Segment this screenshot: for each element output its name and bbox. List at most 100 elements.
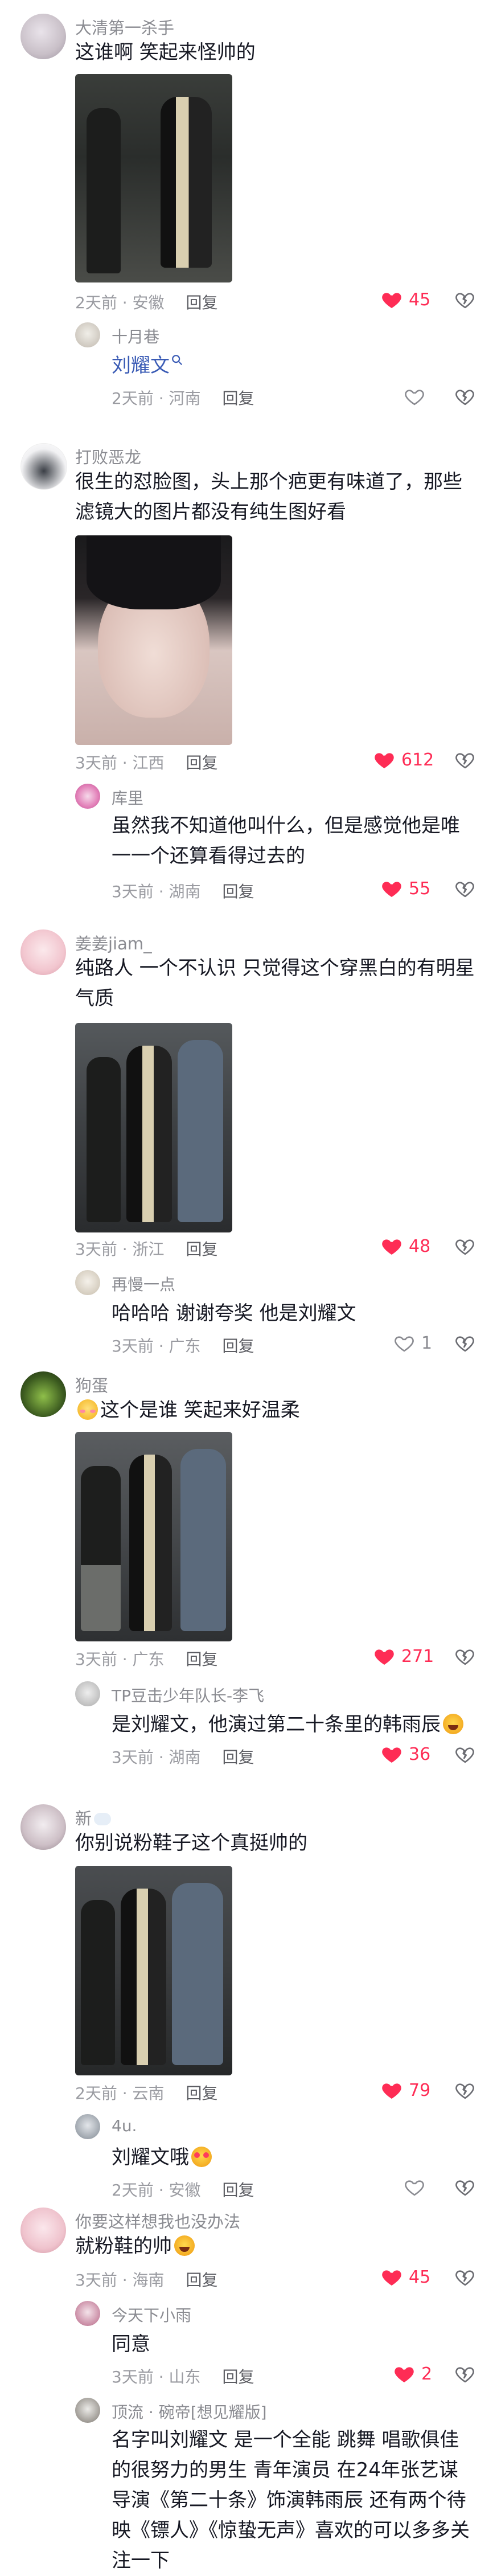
comment-meta: 3天前 · 江西 回复 (75, 751, 218, 773)
like-button[interactable]: 79 (380, 2078, 430, 2103)
avatar[interactable] (75, 322, 100, 347)
broken-heart-icon[interactable] (454, 748, 477, 771)
like-button[interactable]: 1 (393, 1330, 432, 1355)
username[interactable]: 今天下小雨 (112, 2303, 191, 2326)
comment-text: 纯路人 一个不认识 只觉得这个穿黑白的有明星气质 (75, 957, 475, 1010)
broken-heart-icon[interactable] (454, 877, 477, 900)
username[interactable]: 顶流 · 碗帝[想见耀版] (112, 2400, 267, 2423)
person-figure (161, 97, 212, 268)
reply-button[interactable]: 回复 (223, 2181, 254, 2200)
username[interactable]: 姜姜jiam_ (75, 931, 152, 955)
broken-heart-icon[interactable] (454, 2176, 477, 2198)
like-button[interactable] (403, 384, 432, 409)
broken-heart-icon[interactable] (454, 1645, 477, 1668)
comment-meta: 3天前 · 广东 回复 (112, 1334, 254, 1357)
avatar[interactable] (20, 14, 66, 59)
avatar[interactable] (75, 2114, 100, 2139)
avatar[interactable] (75, 2398, 100, 2423)
like-count: 45 (409, 2267, 431, 2287)
like-count: 45 (409, 289, 431, 310)
username[interactable]: 大清第一杀手 (75, 15, 174, 39)
avatar[interactable] (20, 1371, 66, 1417)
like-button[interactable]: 612 (373, 747, 434, 772)
reply-button[interactable]: 回复 (186, 293, 218, 312)
avatar[interactable] (75, 1681, 100, 1706)
cloud-emoji-icon (94, 1813, 112, 1825)
avatar[interactable] (75, 784, 100, 809)
comment-meta: 3天前 · 海南 回复 (75, 2268, 218, 2291)
comment-meta: 2天前 · 安徽 回复 (75, 290, 218, 313)
person-figure (178, 1040, 223, 1222)
search-icon[interactable] (171, 354, 183, 366)
username[interactable]: 十月巷 (112, 325, 159, 347)
broken-heart-icon[interactable] (454, 2362, 477, 2385)
reply-button[interactable]: 回复 (223, 882, 254, 901)
broken-heart-icon[interactable] (454, 2266, 477, 2288)
username[interactable]: 4u. (112, 2116, 137, 2135)
avatar[interactable] (20, 1804, 66, 1850)
broken-heart-icon[interactable] (454, 1332, 477, 1354)
comment-text: 刘耀文哦 (112, 2143, 470, 2173)
person-figure (81, 1466, 121, 1631)
like-count: 612 (401, 750, 434, 770)
reply-button[interactable]: 回复 (223, 1337, 254, 1355)
reply-button[interactable]: 回复 (223, 389, 254, 408)
like-button[interactable]: 2 (393, 2361, 432, 2386)
reply-button[interactable]: 回复 (223, 1748, 254, 1767)
comment-image[interactable] (75, 535, 232, 745)
username[interactable]: 再慢一点 (112, 1272, 175, 1295)
timestamp: 3天前 · 湖南 (112, 1748, 201, 1767)
like-count: 2 (421, 2364, 433, 2384)
hair (87, 535, 221, 609)
reply-button[interactable]: 回复 (223, 2368, 254, 2386)
timestamp: 3天前 · 江西 (75, 753, 165, 772)
mention-link[interactable]: 刘耀文 (112, 354, 170, 377)
like-button[interactable]: 45 (380, 287, 430, 312)
timestamp: 3天前 · 海南 (75, 2271, 165, 2290)
broken-heart-icon[interactable] (454, 1743, 477, 1766)
like-button[interactable]: 271 (373, 1644, 434, 1669)
like-button[interactable]: 45 (380, 2264, 430, 2290)
timestamp: 3天前 · 浙江 (75, 1240, 165, 1259)
like-button[interactable] (403, 2174, 432, 2200)
laughing-emoji-icon (443, 1714, 463, 1734)
reply-button[interactable]: 回复 (186, 1240, 218, 1259)
comment-image[interactable] (75, 74, 232, 282)
like-count: 1 (421, 1333, 433, 1353)
heart-icon (403, 385, 426, 408)
heart-icon (380, 1743, 403, 1766)
comment-image[interactable] (75, 1432, 232, 1641)
username[interactable]: 新 (75, 1805, 113, 1829)
reply-button[interactable]: 回复 (186, 2084, 218, 2103)
like-button[interactable]: 36 (380, 1742, 430, 1767)
like-count: 55 (409, 878, 431, 899)
heart-eyes-emoji-icon (191, 2147, 212, 2167)
username[interactable]: 狗蛋 (75, 1373, 108, 1396)
reply-button[interactable]: 回复 (186, 2271, 218, 2290)
broken-heart-icon[interactable] (454, 2079, 477, 2102)
avatar[interactable] (20, 443, 67, 490)
timestamp: 3天前 · 广东 (112, 1337, 201, 1355)
username[interactable]: 打败恶龙 (75, 444, 141, 468)
username[interactable]: 你要这样想我也没办法 (75, 2209, 240, 2233)
broken-heart-icon[interactable] (454, 288, 477, 311)
person-figure (126, 1046, 172, 1222)
like-button[interactable]: 48 (380, 1234, 430, 1259)
username[interactable]: TP豆击少年队长-李飞 (112, 1684, 264, 1706)
username[interactable]: 库里 (112, 786, 143, 809)
avatar[interactable] (75, 1270, 100, 1295)
timestamp: 3天前 · 湖南 (112, 882, 201, 901)
reply-button[interactable]: 回复 (186, 1650, 218, 1669)
timestamp: 2天前 · 河南 (112, 389, 201, 408)
laughing-emoji-icon (174, 2235, 195, 2256)
avatar[interactable] (75, 2301, 100, 2326)
comment-image[interactable] (75, 1866, 232, 2075)
comment-image[interactable] (75, 1023, 232, 1232)
like-count: 79 (409, 2080, 431, 2100)
reply-button[interactable]: 回复 (186, 753, 218, 772)
like-button[interactable]: 55 (380, 876, 430, 901)
broken-heart-icon[interactable] (454, 385, 477, 408)
broken-heart-icon[interactable] (454, 1235, 477, 1258)
avatar[interactable] (20, 2208, 66, 2253)
avatar[interactable] (20, 929, 66, 975)
